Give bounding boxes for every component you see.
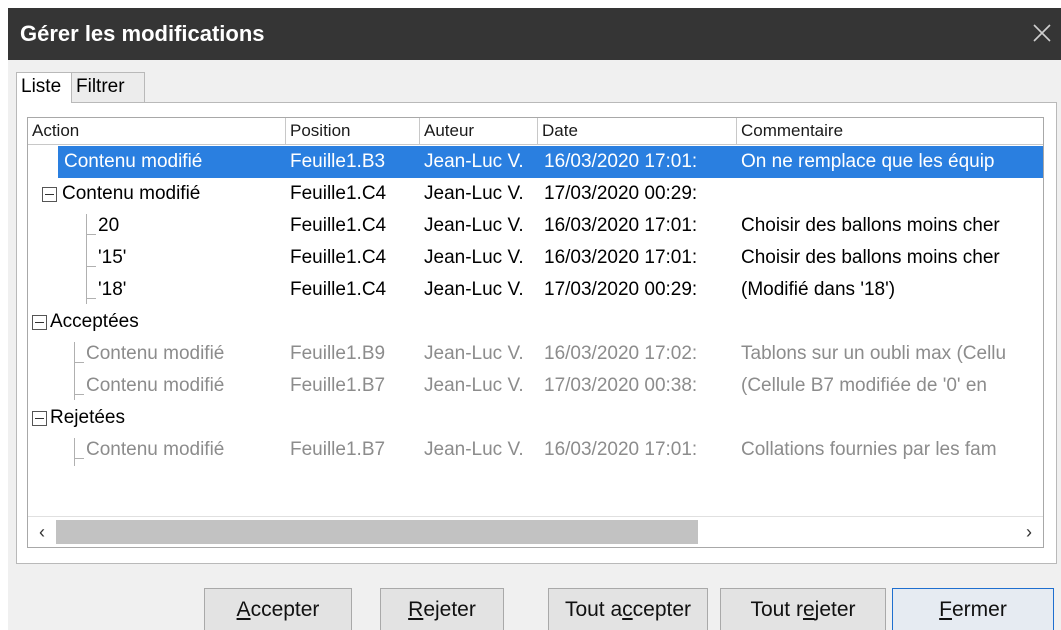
cell-auteur: Jean-Luc V.	[424, 375, 524, 396]
cell-auteur: Jean-Luc V.	[424, 439, 524, 460]
cell-date: 16/03/2020 17:01:	[544, 215, 698, 236]
column-position[interactable]: Position	[286, 118, 420, 145]
cell-date: 16/03/2020 17:01:	[544, 151, 698, 172]
horizontal-scrollbar[interactable]: ‹ ›	[28, 516, 1043, 547]
cell-position: Feuille1.C4	[290, 247, 387, 268]
rows: Contenu modifié Feuille1.B3 Jean-Luc V. …	[28, 146, 1043, 516]
cell-date: 17/03/2020 00:29:	[544, 183, 698, 204]
cell-auteur: Jean-Luc V.	[424, 151, 524, 172]
table-row[interactable]: Contenu modifié Feuille1.B3 Jean-Luc V. …	[58, 146, 1043, 178]
close-icon[interactable]	[1029, 20, 1055, 46]
tab-panel: Action Position Auteur Date Commentaire	[16, 102, 1057, 564]
cell-commentaire: On ne remplace que les équip	[741, 151, 995, 172]
cell-commentaire: Tablons sur un oubli max (Cellu	[741, 343, 1007, 364]
dialog-title: Gérer les modifications	[20, 21, 265, 46]
cell-action: Contenu modifié	[62, 183, 201, 204]
cell-commentaire: Choisir des ballons moins cher	[741, 247, 1000, 268]
table-row[interactable]: '15' Feuille1.C4 Jean-Luc V. 16/03/2020 …	[28, 242, 1043, 274]
cell-auteur: Jean-Luc V.	[424, 279, 524, 300]
cell-date: 16/03/2020 17:01:	[544, 247, 698, 268]
cell-position: Feuille1.C4	[290, 215, 387, 236]
cell-action: Contenu modifié	[64, 151, 203, 172]
cell-action: '15'	[98, 247, 127, 268]
group-row-acceptees[interactable]: Acceptées	[28, 306, 1043, 338]
table-row[interactable]: '18' Feuille1.C4 Jean-Luc V. 17/03/2020 …	[28, 274, 1043, 306]
cell-commentaire: Collations fournies par les fam	[741, 439, 997, 460]
accept-all-button[interactable]: Tout accepter	[548, 588, 708, 630]
cell-commentaire: (Cellule B7 modifiée de '0' en	[741, 375, 987, 396]
table-row[interactable]: Contenu modifié Feuille1.C4 Jean-Luc V. …	[28, 178, 1043, 210]
table-row[interactable]: Contenu modifié Feuille1.B7 Jean-Luc V. …	[28, 434, 1043, 466]
column-commentaire[interactable]: Commentaire	[737, 118, 1043, 145]
cell-position: Feuille1.C4	[290, 279, 387, 300]
cell-commentaire	[741, 178, 1043, 210]
cell-position: Feuille1.B3	[290, 151, 386, 172]
cell-date: 16/03/2020 17:01:	[544, 439, 698, 460]
cell-action: 20	[98, 215, 120, 236]
cell-commentaire: Choisir des ballons moins cher	[741, 215, 1000, 236]
cell-position: Feuille1.B9	[290, 343, 386, 364]
changes-list[interactable]: Action Position Auteur Date Commentaire	[27, 117, 1044, 548]
cell-position: Feuille1.C4	[290, 183, 387, 204]
group-row-rejetees[interactable]: Rejetées	[28, 402, 1043, 434]
table-row[interactable]: 20 Feuille1.C4 Jean-Luc V. 16/03/2020 17…	[28, 210, 1043, 242]
cell-auteur: Jean-Luc V.	[424, 215, 524, 236]
accept-button[interactable]: Accepter	[204, 588, 352, 630]
table-row[interactable]: Contenu modifié Feuille1.B9 Jean-Luc V. …	[28, 338, 1043, 370]
tab-liste[interactable]: Liste	[16, 72, 72, 103]
reject-button[interactable]: Rejeter	[380, 588, 504, 630]
collapse-icon[interactable]	[32, 315, 47, 330]
cell-date: 17/03/2020 00:38:	[544, 375, 698, 396]
dialog-body: Liste Filtrer Action Position Auteur Dat…	[8, 60, 1061, 630]
cell-auteur: Jean-Luc V.	[424, 343, 524, 364]
cell-position: Feuille1.B7	[290, 439, 386, 460]
collapse-icon[interactable]	[32, 411, 47, 426]
cell-action: '18'	[98, 279, 127, 300]
cell-commentaire: (Modifié dans '18')	[741, 279, 896, 300]
column-date[interactable]: Date	[538, 118, 737, 145]
scrollbar-thumb[interactable]	[56, 520, 698, 544]
collapse-icon[interactable]	[42, 187, 57, 202]
tab-filtrer[interactable]: Filtrer	[72, 72, 145, 102]
cell-position: Feuille1.B7	[290, 375, 386, 396]
cell-action: Contenu modifié	[86, 375, 225, 396]
table-row[interactable]: Contenu modifié Feuille1.B7 Jean-Luc V. …	[28, 370, 1043, 402]
group-label: Acceptées	[50, 311, 139, 332]
title-bar: Gérer les modifications	[8, 8, 1061, 60]
cell-auteur: Jean-Luc V.	[424, 247, 524, 268]
cell-action: Contenu modifié	[86, 439, 225, 460]
column-header: Action Position Auteur Date Commentaire	[28, 118, 1043, 145]
reject-all-button[interactable]: Tout rejeter	[720, 588, 886, 630]
column-auteur[interactable]: Auteur	[420, 118, 538, 145]
cell-action: Contenu modifié	[86, 343, 225, 364]
group-label: Rejetées	[50, 407, 125, 428]
cell-date: 17/03/2020 00:29:	[544, 279, 698, 300]
close-button[interactable]: Fermer	[892, 588, 1054, 630]
scroll-left-icon[interactable]: ‹	[32, 522, 52, 542]
cell-auteur: Jean-Luc V.	[424, 183, 524, 204]
column-action[interactable]: Action	[28, 118, 286, 145]
scroll-right-icon[interactable]: ›	[1019, 522, 1039, 542]
cell-date: 16/03/2020 17:02:	[544, 343, 698, 364]
